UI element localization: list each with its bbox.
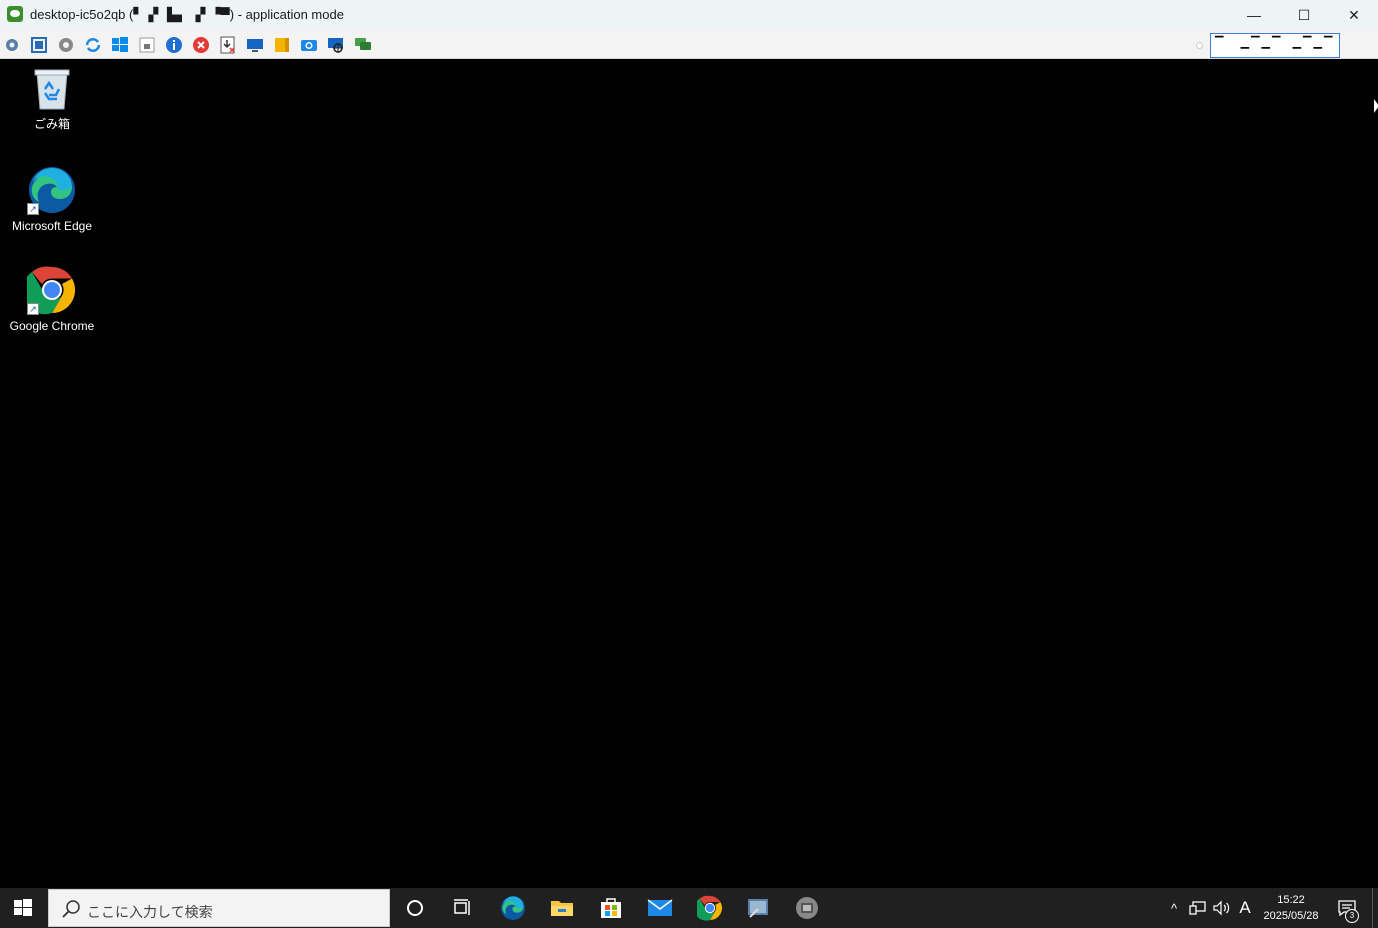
- volume-button[interactable]: [1210, 888, 1234, 928]
- remote-desktop-window: desktop-ic5o2qb (▘▗▘ ▙▖ ▗▘▝▀) - applicat…: [0, 0, 1378, 928]
- refresh-icon[interactable]: [84, 36, 102, 54]
- shortcut-arrow-icon: ↗: [27, 203, 39, 215]
- notification-center-button[interactable]: [1330, 888, 1364, 928]
- taskbar-edge[interactable]: [489, 888, 537, 928]
- search-placeholder: ここに入力して検索: [87, 904, 213, 920]
- clock-date: 2025/05/28: [1263, 910, 1319, 922]
- session-toolbar: ▔ ▁▔▁▔ ▁▔▁▔: [0, 30, 1378, 59]
- remote-control-icon[interactable]: [327, 36, 345, 54]
- taskbar-settings-app[interactable]: [783, 888, 831, 928]
- tray-overflow-button[interactable]: ^: [1164, 888, 1184, 928]
- disconnect-icon[interactable]: [192, 36, 210, 54]
- cortana-icon: [407, 900, 423, 916]
- windows-logo-icon: [14, 899, 32, 916]
- remote-app-icon: [748, 899, 768, 918]
- task-view-button[interactable]: [439, 888, 487, 928]
- clock[interactable]: 15:22 2025/05/28: [1256, 892, 1326, 924]
- desktop-icon-chrome[interactable]: ↗ Google Chrome: [2, 265, 102, 333]
- settings-menu-icon[interactable]: [3, 36, 21, 54]
- volume-icon: [1213, 900, 1230, 916]
- notification-count-badge: 3: [1345, 909, 1359, 923]
- title-bar: desktop-ic5o2qb (▘▗▘ ▙▖ ▗▘▝▀) - applicat…: [0, 0, 1378, 30]
- desktop-icon-label: Google Chrome: [9, 319, 95, 333]
- clipboard-icon[interactable]: [273, 36, 291, 54]
- taskbar-search-box[interactable]: ここに入力して検索: [48, 889, 390, 927]
- remote-desktop: ごみ箱 ↗ Microsoft Edge ↗ Google Chrome: [0, 59, 1378, 888]
- network-icon: [1189, 901, 1206, 915]
- window-title: desktop-ic5o2qb (▘▗▘ ▙▖ ▗▘▝▀) - applicat…: [30, 7, 344, 22]
- mouse-cursor-icon: [1374, 99, 1378, 113]
- clock-time: 15:22: [1277, 894, 1305, 906]
- maximize-button[interactable]: ☐: [1280, 0, 1328, 30]
- taskbar-remote-app[interactable]: [734, 888, 782, 928]
- taskbar-file-explorer[interactable]: [538, 888, 586, 928]
- taskbar-store[interactable]: [587, 888, 635, 928]
- status-dot-icon: [1196, 42, 1203, 49]
- edge-icon: ↗: [27, 165, 77, 215]
- cortana-button[interactable]: [391, 888, 439, 928]
- recycle-bin-icon: [34, 69, 70, 110]
- taskbar-mail[interactable]: [636, 888, 684, 928]
- settings-app-icon: [796, 897, 818, 919]
- network-button[interactable]: [1186, 888, 1210, 928]
- close-button[interactable]: ✕: [1330, 0, 1378, 30]
- display-icon[interactable]: [246, 36, 264, 54]
- desktop-icon-edge[interactable]: ↗ Microsoft Edge: [2, 165, 102, 233]
- chrome-icon: [697, 895, 723, 921]
- store-icon: [601, 898, 621, 918]
- screenshot-icon[interactable]: [300, 36, 318, 54]
- options-gear-icon[interactable]: [57, 36, 75, 54]
- shortcut-arrow-icon: ↗: [27, 303, 39, 315]
- ime-indicator[interactable]: A: [1234, 888, 1256, 928]
- taskbar-chrome[interactable]: [686, 888, 734, 928]
- start-button[interactable]: [0, 888, 46, 928]
- remote-app-icon: [7, 6, 23, 22]
- mail-icon: [647, 899, 673, 916]
- info-icon[interactable]: [165, 36, 183, 54]
- desktop-icon-label: ごみ箱: [33, 117, 70, 131]
- task-view-icon: [454, 899, 470, 915]
- keyboard-shortcut-icon[interactable]: [138, 36, 156, 54]
- search-icon: [62, 900, 80, 918]
- chrome-icon: ↗: [21, 265, 77, 315]
- file-transfer-icon[interactable]: [219, 36, 237, 54]
- fullscreen-icon[interactable]: [30, 36, 48, 54]
- show-desktop-button[interactable]: [1372, 888, 1378, 928]
- minimize-button[interactable]: —: [1230, 0, 1278, 30]
- desktop-icon-label: Microsoft Edge: [11, 219, 93, 233]
- chat-icon[interactable]: [354, 36, 372, 54]
- windows-start-icon[interactable]: [111, 36, 129, 54]
- session-id-field[interactable]: ▔ ▁▔▁▔ ▁▔▁▔: [1210, 33, 1340, 58]
- edge-icon: [501, 896, 525, 920]
- desktop-icon-recycle-bin[interactable]: ごみ箱: [2, 67, 102, 132]
- file-explorer-icon: [551, 901, 573, 916]
- taskbar: ここに入力して検索 ^ A 15:22 2025/05/28 3: [0, 888, 1378, 928]
